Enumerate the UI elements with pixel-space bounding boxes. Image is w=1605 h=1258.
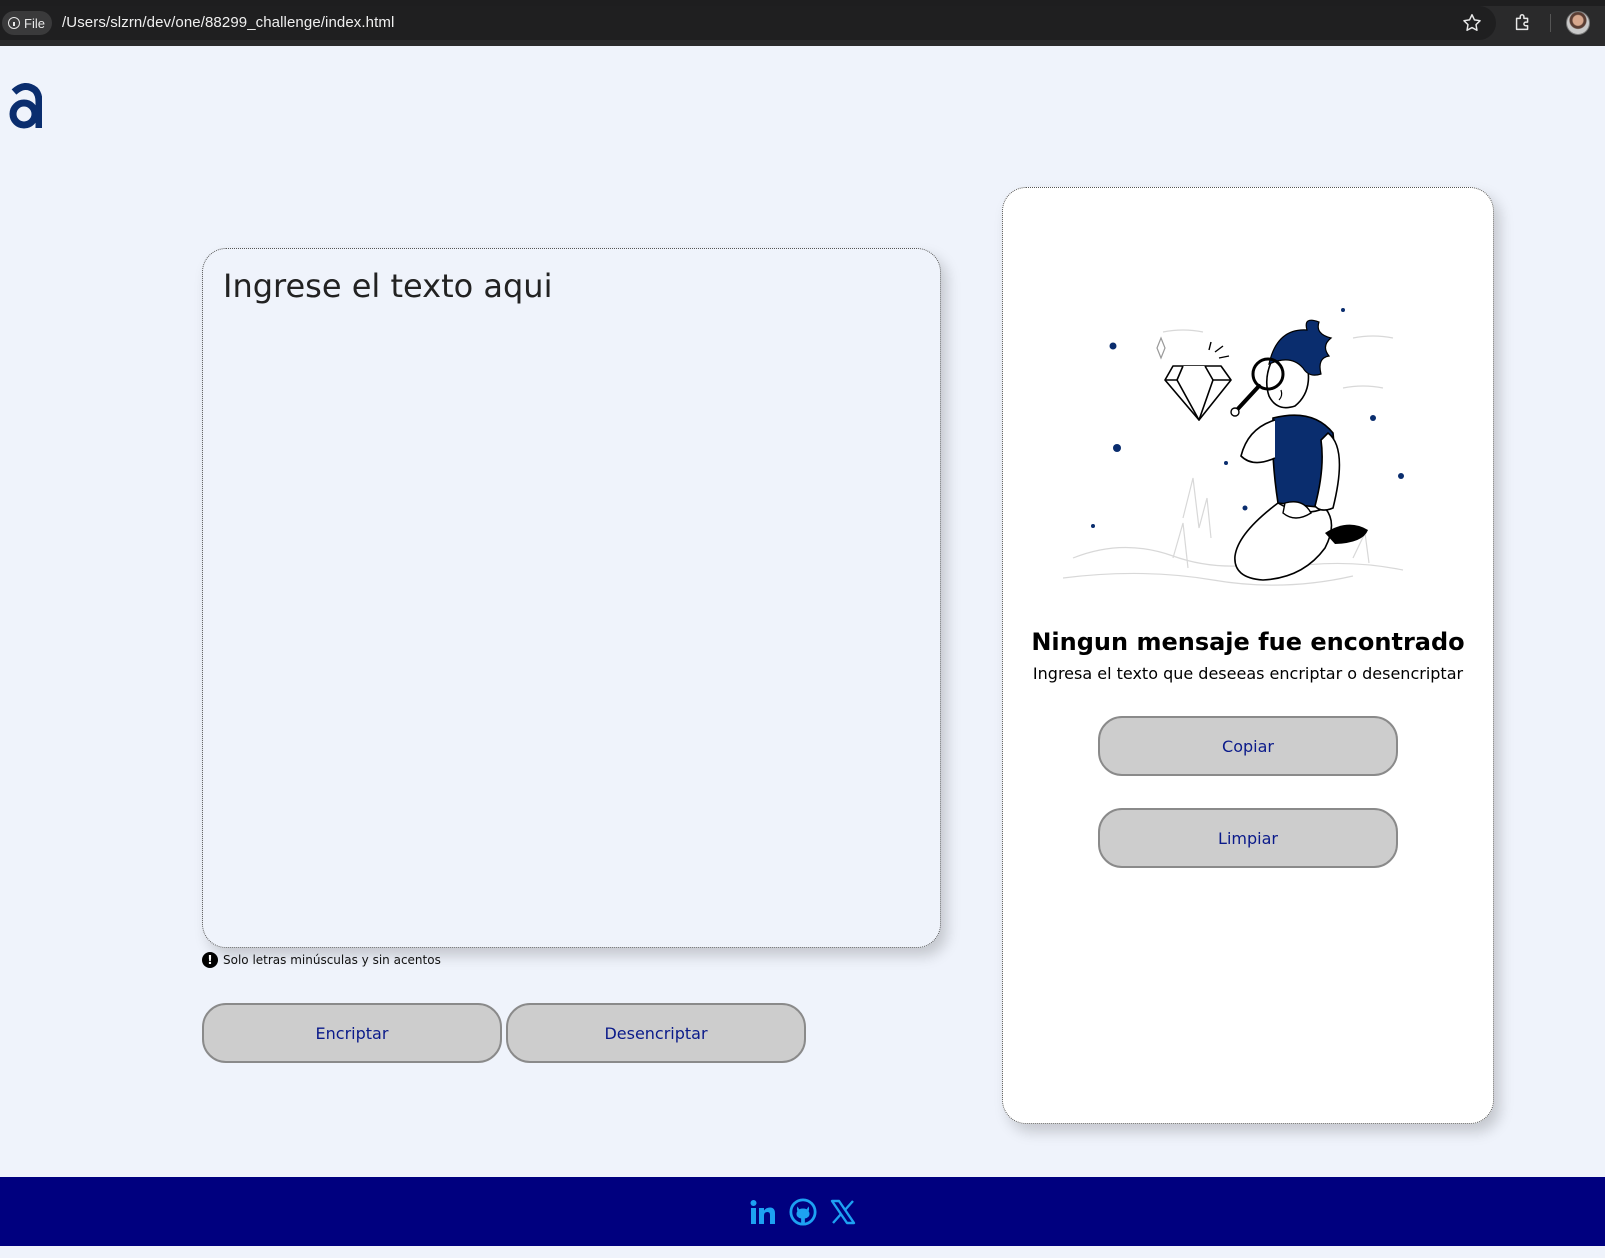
output-title: Ningun mensaje fue encontrado — [1031, 628, 1465, 656]
linkedin-icon — [750, 1199, 775, 1224]
decrypt-button[interactable]: Desencriptar — [506, 1003, 806, 1063]
bookmark-star-icon[interactable] — [1461, 12, 1483, 34]
exclamation-icon: ! — [202, 952, 218, 968]
github-icon — [788, 1197, 817, 1226]
footer — [0, 1177, 1605, 1246]
profile-avatar[interactable] — [1566, 11, 1590, 35]
text-input-card — [202, 248, 941, 948]
info-icon — [8, 17, 20, 29]
encrypt-button[interactable]: Encriptar — [202, 1003, 502, 1063]
input-hint: ! Solo letras minúsculas y sin acentos — [202, 952, 441, 968]
extensions-icon[interactable] — [1512, 12, 1534, 34]
searching-person-illustration — [1063, 308, 1404, 586]
message-textarea[interactable] — [203, 249, 940, 947]
site-info-label: File — [24, 15, 45, 31]
copy-button[interactable]: Copiar — [1098, 716, 1398, 776]
input-hint-text: Solo letras minúsculas y sin acentos — [223, 953, 441, 967]
url-text[interactable]: /Users/slzrn/dev/one/88299_challenge/ind… — [62, 14, 394, 31]
x-icon — [830, 1199, 855, 1224]
linkedin-link[interactable] — [749, 1198, 777, 1226]
toolbar-separator — [1550, 14, 1551, 32]
browser-toolbar: File /Users/slzrn/dev/one/88299_challeng… — [0, 0, 1605, 46]
clear-button[interactable]: Limpiar — [1098, 808, 1398, 868]
output-subtitle: Ingresa el texto que deseeas encriptar o… — [1032, 664, 1464, 683]
x-link[interactable] — [829, 1198, 857, 1226]
github-link[interactable] — [788, 1197, 817, 1226]
output-card: Ningun mensaje fue encontrado Ingresa el… — [1002, 187, 1494, 1124]
logo-icon — [9, 83, 42, 129]
site-info-chip[interactable]: File — [2, 11, 52, 35]
